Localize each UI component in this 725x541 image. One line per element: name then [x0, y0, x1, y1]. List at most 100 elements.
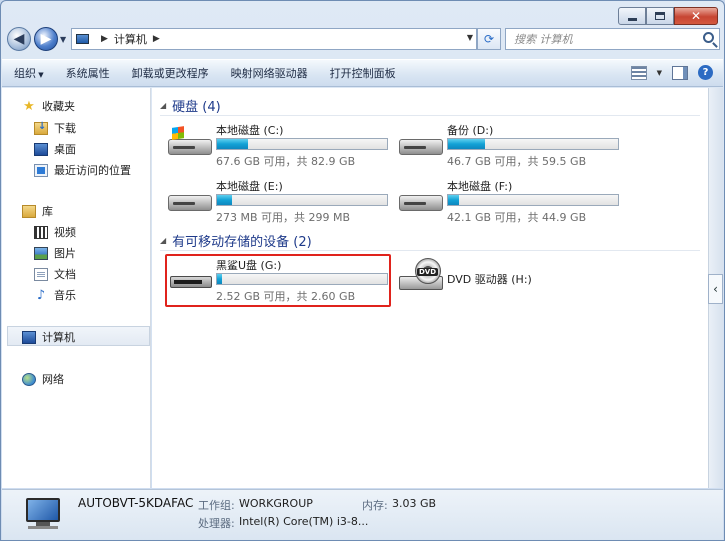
pictures-icon	[34, 246, 48, 260]
memory-value: 3.03 GB	[392, 497, 437, 510]
maximize-button[interactable]	[646, 7, 674, 25]
group-hard-disks[interactable]: ◢ 硬盘 (4)	[160, 96, 700, 116]
sidebar-item-libraries[interactable]: 库	[22, 203, 53, 219]
search-icon[interactable]	[703, 32, 714, 43]
drive-name: DVD 驱动器 (H:)	[447, 273, 532, 286]
recent-pages-dropdown-icon[interactable]: ▼	[60, 35, 66, 44]
sidebar-item-recent-places[interactable]: 最近访问的位置	[34, 162, 131, 178]
workgroup-label: 工作组:	[198, 499, 235, 512]
hdd-icon	[399, 129, 443, 157]
sidebar-item-computer[interactable]: 计算机	[22, 329, 75, 345]
workgroup-value: WORKGROUP	[239, 497, 313, 510]
change-view-icon[interactable]	[630, 65, 647, 80]
drive-space-info: 67.6 GB 可用，共 82.9 GB	[216, 155, 356, 168]
sidebar-item-desktop[interactable]: 桌面	[34, 141, 76, 157]
breadcrumb-computer[interactable]: 计算机	[114, 31, 147, 47]
view-options-dropdown-icon[interactable]: ▼	[657, 69, 662, 77]
drive-space-info: 46.7 GB 可用，共 59.5 GB	[447, 155, 587, 168]
memory-label: 内存:	[362, 499, 388, 512]
collapse-triangle-icon[interactable]: ◢	[160, 101, 166, 110]
map-network-drive-button[interactable]: 映射网络驱动器	[231, 65, 308, 81]
command-bar: 组织 系统属性 卸载或更改程序 映射网络驱动器 打开控制面板 ▼ ?	[2, 59, 723, 87]
drive-space-info: 273 MB 可用，共 299 MB	[216, 211, 351, 224]
hdd-icon	[399, 185, 443, 213]
hdd-icon	[168, 185, 212, 213]
address-dropdown-icon[interactable]: ▼	[467, 33, 473, 42]
address-bar[interactable]: ▶ 计算机 ▶ ▼	[71, 28, 477, 50]
preview-pane-icon[interactable]	[672, 65, 688, 80]
sidebar-item-downloads[interactable]: 下载	[34, 120, 76, 136]
computer-name: AUTOBVT-5KDAFAC	[78, 496, 194, 510]
usage-bar-fill	[448, 195, 459, 205]
hdd-body	[399, 139, 443, 155]
sidebar-item-label: 库	[42, 205, 53, 218]
desktop-icon	[34, 142, 48, 156]
group-removable-storage[interactable]: ◢ 有可移动存储的设备 (2)	[160, 231, 700, 251]
recent-places-icon	[34, 163, 48, 177]
breadcrumb-chevron-icon[interactable]: ▶	[101, 34, 108, 44]
usage-bar	[216, 138, 388, 150]
forward-button[interactable]: ▶	[34, 27, 58, 51]
navigation-row: ◀ ▶ ▼ ▶ 计算机 ▶ ▼ ⟳ 搜索 计算机	[7, 27, 720, 53]
close-icon: ✕	[690, 9, 702, 23]
usage-bar	[216, 194, 388, 206]
chevron-left-icon: ‹	[713, 282, 718, 296]
drive-d[interactable]: 备份 (D:) 46.7 GB 可用，共 59.5 GB	[397, 122, 627, 168]
group-title: 有可移动存储的设备 (2)	[172, 235, 312, 250]
refresh-icon: ⟳	[483, 32, 495, 46]
monitor-base	[28, 526, 58, 529]
refresh-button[interactable]: ⟳	[477, 28, 501, 50]
organize-menu[interactable]: 组织	[14, 65, 44, 81]
videos-icon	[34, 225, 48, 239]
collapse-triangle-icon[interactable]: ◢	[160, 236, 166, 245]
sidebar-item-label: 图片	[54, 247, 76, 260]
dvd-drive-icon: DVD	[399, 258, 443, 292]
explorer-window: ✕ ◀ ▶ ▼ ▶ 计算机 ▶ ▼ ⟳ 搜索 计算机 组织 系统属性 卸载或更改…	[0, 0, 725, 541]
uninstall-program-button[interactable]: 卸载或更改程序	[132, 65, 209, 81]
libraries-icon	[22, 204, 36, 218]
group-title: 硬盘 (4)	[172, 100, 221, 115]
music-icon: ♪	[36, 287, 46, 303]
close-button[interactable]: ✕	[674, 7, 718, 25]
minimize-icon	[627, 17, 637, 21]
drive-c[interactable]: 本地磁盘 (C:) 67.6 GB 可用，共 82.9 GB	[166, 122, 396, 168]
hdd-body	[168, 195, 212, 211]
computer-large-icon	[22, 498, 62, 530]
drive-name: 本地磁盘 (E:)	[216, 180, 283, 193]
search-input[interactable]: 搜索 计算机	[505, 28, 720, 50]
open-control-panel-button[interactable]: 打开控制面板	[330, 65, 396, 81]
sidebar-item-label: 计算机	[42, 331, 75, 344]
drive-f[interactable]: 本地磁盘 (F:) 42.1 GB 可用，共 44.9 GB	[397, 178, 627, 224]
sidebar-item-label: 桌面	[54, 143, 76, 156]
dvd-logo: DVD	[417, 268, 439, 276]
sidebar-item-network[interactable]: 网络	[22, 371, 64, 387]
collapse-pane-button[interactable]: ‹	[708, 274, 723, 304]
sidebar-item-label: 文档	[54, 268, 76, 281]
downloads-folder-icon	[34, 121, 48, 135]
group-divider	[160, 250, 700, 251]
back-button[interactable]: ◀	[7, 27, 31, 51]
breadcrumb-chevron-icon[interactable]: ▶	[153, 34, 160, 44]
drive-e[interactable]: 本地磁盘 (E:) 273 MB 可用，共 299 MB	[166, 178, 396, 224]
usage-bar-fill	[217, 139, 249, 149]
maximize-icon	[655, 12, 665, 20]
sidebar-item-favorites[interactable]: ★ 收藏夹	[22, 98, 75, 114]
selection-highlight-box	[165, 254, 391, 307]
sidebar-item-documents[interactable]: 文档	[34, 266, 76, 282]
minimize-button[interactable]	[618, 7, 646, 25]
star-icon: ★	[23, 98, 35, 114]
drive-space-info: 42.1 GB 可用，共 44.9 GB	[447, 211, 587, 224]
computer-icon	[22, 330, 36, 344]
sidebar-item-pictures[interactable]: 图片	[34, 245, 76, 261]
help-icon[interactable]: ?	[698, 65, 713, 80]
network-icon	[22, 372, 36, 386]
computer-icon	[76, 34, 89, 44]
drive-name: 备份 (D:)	[447, 124, 494, 137]
sidebar-item-videos[interactable]: 视频	[34, 224, 76, 240]
drive-name: 本地磁盘 (F:)	[447, 180, 513, 193]
system-properties-button[interactable]: 系统属性	[66, 65, 110, 81]
sidebar-item-label: 下载	[54, 122, 76, 135]
drive-name: 本地磁盘 (C:)	[216, 124, 284, 137]
sidebar-item-music[interactable]: ♪ 音乐	[34, 287, 76, 303]
drive-h-dvd[interactable]: DVD DVD 驱动器 (H:)	[397, 257, 627, 301]
